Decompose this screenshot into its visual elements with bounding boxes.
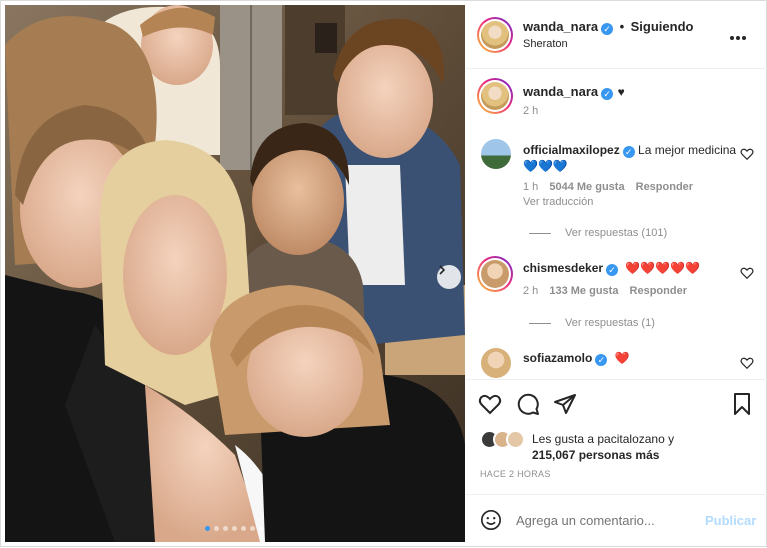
family-selfie-image bbox=[5, 5, 465, 542]
chevron-right-icon bbox=[439, 265, 446, 275]
comment-body: chismesdeker ✓ ❤️❤️❤️❤️❤️ bbox=[523, 261, 700, 276]
verified-badge-icon: ✓ bbox=[595, 354, 608, 366]
liker-avatar bbox=[506, 430, 525, 449]
author-line: wanda_nara ✓ • Siguiendo bbox=[523, 19, 694, 35]
verified-badge-icon: ✓ bbox=[622, 146, 635, 158]
comment-body: officialmaxilopez ✓ La mejor medicina 💙💙💙 bbox=[523, 142, 738, 174]
more-options-icon[interactable] bbox=[730, 27, 750, 41]
caption-username[interactable]: wanda_nara bbox=[523, 84, 598, 99]
likers-avatars[interactable] bbox=[480, 430, 530, 450]
comment-text: ❤️ bbox=[614, 351, 630, 365]
caption-text: ♥ bbox=[617, 85, 625, 99]
emoji-icon[interactable] bbox=[480, 509, 502, 531]
next-photo-button[interactable] bbox=[437, 265, 461, 289]
verified-badge-icon: ✓ bbox=[601, 23, 614, 35]
comment-input[interactable] bbox=[516, 510, 696, 530]
carousel-dot bbox=[259, 526, 264, 531]
share-icon[interactable] bbox=[553, 392, 577, 416]
post-actions: Les gusta a pacitalozano y 215,067 perso… bbox=[466, 379, 767, 494]
author-username[interactable]: wanda_nara bbox=[523, 19, 598, 34]
comment-meta: 2 h 133 Me gusta Responder bbox=[523, 285, 687, 297]
carousel-dot bbox=[241, 526, 246, 531]
caption-author-avatar[interactable] bbox=[477, 78, 513, 114]
comment-composer: Publicar bbox=[466, 494, 767, 548]
following-button[interactable]: Siguiendo bbox=[631, 19, 694, 34]
comment-body: sofiazamolo ✓ ❤️ bbox=[523, 351, 630, 366]
caption: wanda_nara ✓ ♥ bbox=[523, 83, 625, 101]
comment-time[interactable]: 1 h bbox=[523, 181, 538, 193]
carousel-dot bbox=[232, 526, 237, 531]
likes-line-1: Les gusta a pacitalozano y bbox=[532, 432, 675, 446]
comment-likes[interactable]: 133 Me gusta bbox=[549, 285, 618, 297]
comment-likes[interactable]: 5044 Me gusta bbox=[549, 181, 624, 193]
verified-badge-icon: ✓ bbox=[606, 264, 619, 276]
comment-like-heart-icon[interactable] bbox=[740, 356, 754, 370]
commenter-avatar[interactable] bbox=[477, 256, 513, 292]
post-header: wanda_nara ✓ • Siguiendo Sheraton bbox=[466, 1, 767, 69]
publish-button[interactable]: Publicar bbox=[705, 513, 756, 528]
comment-icon[interactable] bbox=[516, 392, 540, 416]
post-location[interactable]: Sheraton bbox=[523, 38, 568, 50]
comment-username[interactable]: chismesdeker bbox=[523, 261, 603, 275]
comment-username[interactable]: officialmaxilopez bbox=[523, 143, 620, 157]
comment-text: ❤️❤️❤️❤️❤️ bbox=[625, 261, 701, 275]
bookmark-icon[interactable] bbox=[730, 392, 754, 416]
likes-summary[interactable]: Les gusta a pacitalozano y 215,067 perso… bbox=[532, 431, 674, 463]
post-photo[interactable] bbox=[5, 5, 465, 542]
reply-button[interactable]: Responder bbox=[636, 181, 693, 193]
post-modal: wanda_nara ✓ • Siguiendo Sheraton wanda_n… bbox=[0, 0, 767, 547]
caption-time[interactable]: 2 h bbox=[523, 105, 538, 117]
comment-meta: 1 h 5044 Me gusta Responder bbox=[523, 181, 693, 193]
post-side-panel: wanda_nara ✓ • Siguiendo Sheraton wanda_n… bbox=[466, 1, 767, 548]
heart-icon[interactable] bbox=[478, 392, 502, 416]
verified-badge-icon: ✓ bbox=[601, 88, 614, 100]
view-replies-link[interactable]: Ver respuestas (1) bbox=[529, 317, 655, 329]
carousel-dot bbox=[250, 526, 255, 531]
carousel-dot bbox=[205, 526, 210, 531]
carousel-indicator bbox=[205, 526, 264, 531]
carousel-dot bbox=[223, 526, 228, 531]
commenter-avatar[interactable] bbox=[481, 139, 511, 169]
comment-like-heart-icon[interactable] bbox=[740, 266, 754, 280]
comment-time[interactable]: 2 h bbox=[523, 285, 538, 297]
author-avatar[interactable] bbox=[477, 17, 513, 53]
carousel-dot bbox=[214, 526, 219, 531]
view-replies-link[interactable]: Ver respuestas (101) bbox=[529, 227, 667, 239]
see-translation-link[interactable]: Ver traducción bbox=[523, 196, 593, 208]
post-timestamp[interactable]: HACE 2 HORAS bbox=[480, 469, 551, 479]
comment-username[interactable]: sofiazamolo bbox=[523, 351, 592, 365]
likes-line-2: 215,067 personas más bbox=[532, 448, 660, 462]
reply-button[interactable]: Responder bbox=[630, 285, 687, 297]
comment-like-heart-icon[interactable] bbox=[740, 147, 754, 161]
commenter-avatar[interactable] bbox=[481, 348, 511, 378]
